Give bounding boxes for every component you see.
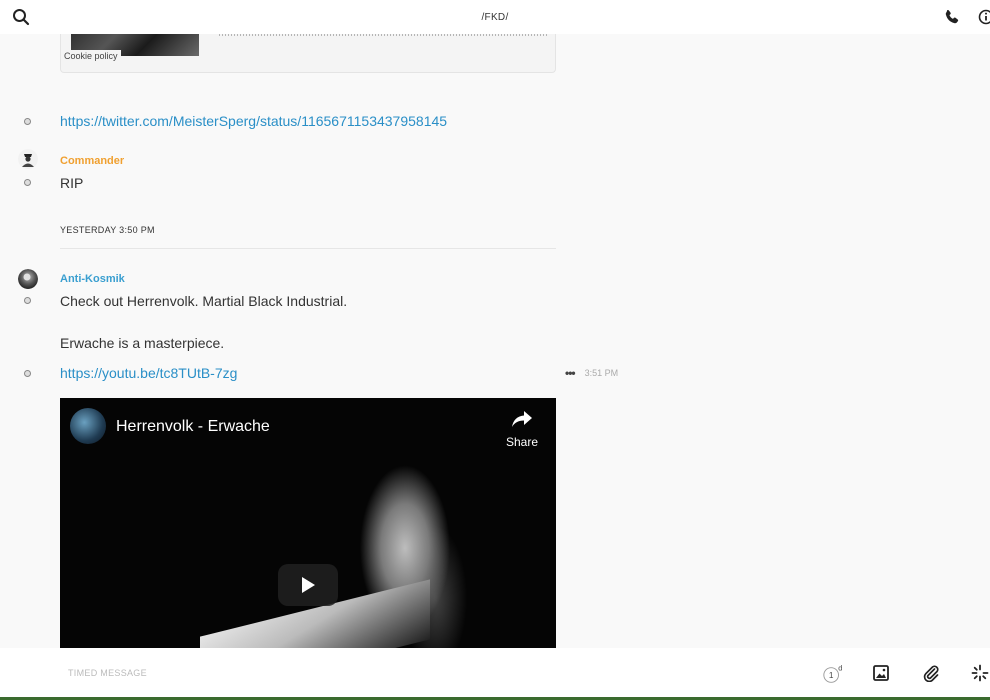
message-status-icon (24, 179, 31, 186)
cookie-policy-label[interactable]: Cookie policy (61, 50, 121, 62)
timer-unit: d (838, 664, 842, 672)
avatar[interactable] (18, 149, 38, 169)
channel-avatar[interactable] (70, 408, 106, 444)
date-separator: YESTERDAY 3:50 PM (60, 225, 556, 249)
search-icon[interactable] (12, 8, 30, 26)
message-text: Check out Herrenvolk. Martial Black Indu… (60, 293, 348, 309)
play-icon (302, 577, 315, 593)
info-icon[interactable] (978, 9, 990, 25)
timed-message-input[interactable]: TIMED MESSAGE (68, 668, 147, 678)
message-link[interactable]: https://twitter.com/MeisterSperg/status/… (60, 113, 447, 129)
share-arrow-icon (512, 411, 532, 427)
link-preview-card[interactable]: Cookie policy (60, 34, 556, 73)
message-status-icon (24, 297, 31, 304)
message-author[interactable]: Commander (60, 155, 124, 167)
share-button[interactable]: Share (500, 410, 544, 449)
message-text: Erwache is a masterpiece. (60, 335, 225, 351)
phone-icon[interactable] (944, 9, 960, 25)
message-feed[interactable]: Cookie policy https://twitter.com/Meiste… (0, 34, 990, 648)
video-title[interactable]: Herrenvolk - Erwache (116, 418, 270, 436)
image-icon[interactable] (873, 665, 889, 681)
paperclip-icon[interactable] (922, 664, 940, 682)
video-embed[interactable]: Herrenvolk - Erwache Share (60, 398, 556, 648)
message-author[interactable]: Anti-Kosmik (60, 273, 125, 285)
date-separator-label: YESTERDAY 3:50 PM (60, 225, 155, 235)
play-button[interactable] (278, 564, 338, 606)
message-meta: ••• 3:51 PM (565, 366, 618, 380)
more-dots-icon[interactable]: ••• (565, 366, 576, 380)
share-label: Share (505, 435, 539, 449)
message-timestamp: 3:51 PM (584, 368, 619, 378)
message-status-icon (24, 118, 31, 125)
message-status-icon (24, 370, 31, 377)
sparkle-icon[interactable] (971, 664, 989, 682)
message-link[interactable]: https://youtu.be/tc8TUtB-7zg (60, 365, 237, 381)
message-text: RIP (60, 175, 84, 191)
message-composer: TIMED MESSAGE 1 d (0, 648, 990, 700)
conversation-header: /FKD/ (0, 0, 990, 34)
timer-icon[interactable]: 1 d (822, 664, 844, 686)
avatar[interactable] (18, 269, 38, 289)
audio-waveform (219, 34, 549, 36)
conversation-title: /FKD/ (481, 11, 509, 23)
timer-value: 1 (829, 671, 834, 680)
